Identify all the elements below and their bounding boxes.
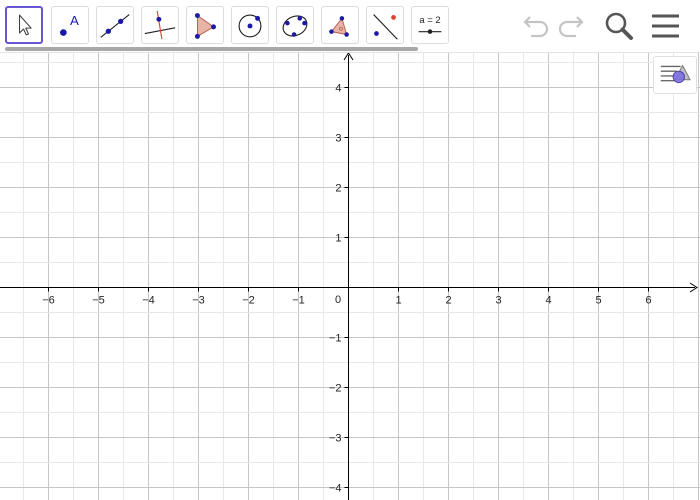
move-tool-button[interactable]	[5, 6, 43, 44]
reflect-tool-button[interactable]	[366, 6, 404, 44]
slider-icon: a = 2	[418, 15, 442, 34]
search-button[interactable]	[602, 9, 636, 43]
x-tick-label: 4	[545, 295, 551, 307]
perpendicular-line-tool-button[interactable]	[141, 6, 179, 44]
y-tick-label: 1	[335, 233, 341, 245]
graphics-view[interactable]: 0 −6 −5 −4 −3 −2 −1 1 2 3 4 5 6 1 2 3 4 −1 −2 −3 −4	[0, 53, 700, 500]
x-tick-label: −2	[242, 295, 255, 307]
x-tick-label: 5	[595, 295, 601, 307]
x-tick-label: −4	[142, 295, 155, 307]
x-tick-label: 6	[645, 295, 651, 307]
grid	[0, 53, 700, 500]
x-tick-label: −5	[92, 295, 105, 307]
redo-button[interactable]	[555, 9, 589, 43]
style-bar-toggle-icon	[660, 64, 691, 84]
point-tool-button[interactable]: A	[51, 6, 89, 44]
undo-icon	[523, 16, 549, 38]
line-through-two-points-icon	[100, 14, 130, 38]
point-icon-label: A	[70, 13, 79, 28]
polygon-tool-button[interactable]	[186, 6, 224, 44]
line-tool-button[interactable]	[96, 6, 134, 44]
tick-labels: 0 −6 −5 −4 −3 −2 −1 1 2 3 4 5 6 1 2 3 4 −1 −2 −3 −4	[42, 83, 651, 495]
y-tick-label: −3	[329, 433, 342, 445]
axes	[0, 53, 698, 500]
x-tick-label: −1	[292, 295, 305, 307]
polygon-icon	[194, 13, 216, 39]
toolbar-scrollbar[interactable]	[5, 47, 418, 51]
y-tick-label: −4	[329, 483, 342, 495]
undo-button[interactable]	[518, 9, 552, 43]
y-tick-label: 2	[335, 183, 341, 195]
angle-tool-button[interactable]	[321, 6, 359, 44]
y-tick-label: −2	[329, 383, 342, 395]
y-tick-label: 3	[335, 133, 341, 145]
menu-icon	[652, 14, 679, 38]
y-tick-label: 4	[335, 83, 341, 95]
slider-tool-button[interactable]: a = 2	[411, 6, 449, 44]
x-tick-label: −6	[42, 295, 55, 307]
point-icon: A	[60, 13, 79, 36]
arrow-pointer-icon	[18, 14, 32, 36]
x-tick-label: 2	[445, 295, 451, 307]
x-tick-label: 1	[395, 295, 401, 307]
perpendicular-line-icon	[144, 10, 176, 40]
style-bar-toggle-button[interactable]	[653, 56, 697, 94]
origin-label: 0	[335, 294, 341, 306]
y-tick-label: −1	[329, 333, 342, 345]
angle-icon	[329, 16, 349, 37]
circle-center-point-tool-button[interactable]	[231, 6, 269, 44]
search-icon	[605, 12, 633, 40]
conic-five-points-tool-button[interactable]	[276, 6, 314, 44]
circle-center-point-icon	[238, 14, 262, 38]
conic-five-points-icon	[282, 15, 308, 37]
slider-icon-label: a = 2	[419, 15, 440, 26]
x-tick-label: −3	[192, 295, 205, 307]
reflect-about-line-icon	[373, 14, 398, 40]
toolbar: A a = 2	[0, 0, 700, 52]
x-tick-label: 3	[495, 295, 501, 307]
menu-button[interactable]	[649, 9, 683, 43]
redo-icon	[558, 16, 584, 38]
